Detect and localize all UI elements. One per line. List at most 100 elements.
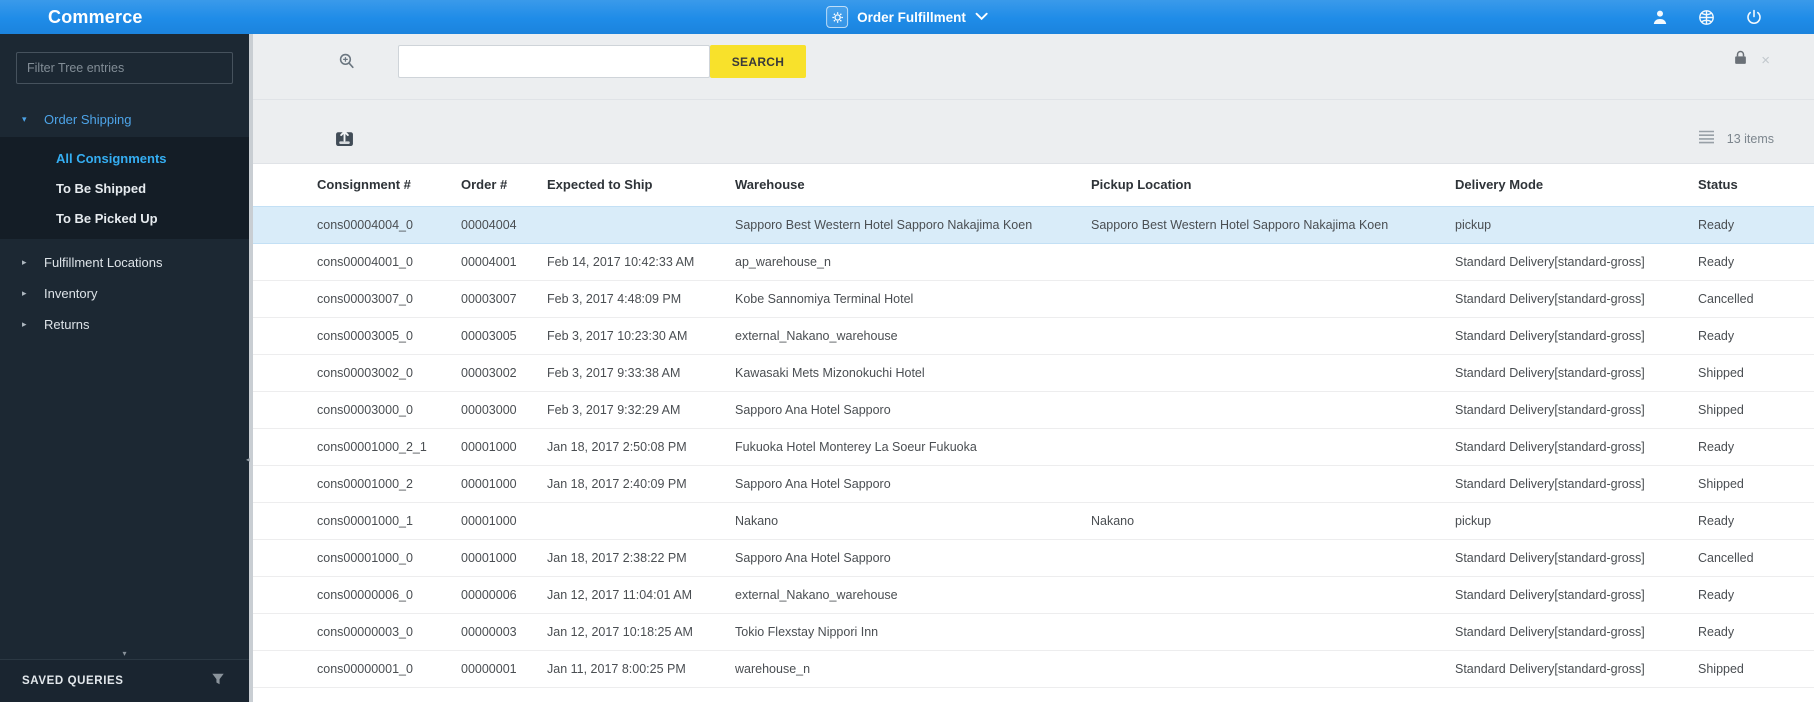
cell-delivery-mode: Standard Delivery[standard-gross] [1455,428,1698,466]
tree-item-label: Inventory [44,286,98,301]
column-header-warehouse[interactable]: Warehouse [735,164,1091,206]
cell-delivery-mode: Standard Delivery[standard-gross] [1455,317,1698,355]
cell-consignment: cons00000003_0 [253,613,461,651]
cell-pickup-location [1091,354,1455,392]
user-icon[interactable] [1651,9,1668,26]
tree-item-inventory[interactable]: ▸ Inventory [0,278,249,309]
cell-consignment: cons00001000_2_1 [253,428,461,466]
results-grid: Consignment # Order # Expected to Ship W… [253,164,1814,702]
tree-item-returns[interactable]: ▸ Returns [0,309,249,340]
cell-order: 00003002 [461,354,547,392]
cell-order: 00001000 [461,502,547,540]
cell-warehouse: Kawasaki Mets Mizonokuchi Hotel [735,354,1091,392]
topbar-actions [1651,9,1762,26]
content-area: ▾ Order Shipping All Consignments To Be … [0,34,1814,702]
search-input[interactable] [398,45,710,78]
advanced-search-icon[interactable] [337,52,356,76]
cell-expected-to-ship: Jan 12, 2017 10:18:25 AM [547,613,735,651]
tree-item-label: Returns [44,317,90,332]
cell-pickup-location [1091,391,1455,429]
lock-icon[interactable] [1734,50,1747,70]
cell-order: 00004004 [461,205,547,244]
cell-pickup-location: Nakano [1091,502,1455,540]
cell-consignment: cons00001000_0 [253,539,461,577]
cell-warehouse: external_Nakano_warehouse [735,317,1091,355]
table-row[interactable]: cons00003007_0 00003007 Feb 3, 2017 4:48:0… [253,280,1814,318]
cell-status: Shipped [1698,391,1814,429]
cell-pickup-location: Sapporo Best Western Hotel Sapporo Nakaj… [1091,205,1455,244]
cell-warehouse: external_Nakano_warehouse [735,576,1091,614]
cell-warehouse: Tokio Flexstay Nippori Inn [735,613,1091,651]
cell-delivery-mode: Standard Delivery[standard-gross] [1455,539,1698,577]
main-panel: SEARCH × 13 items Consignment # Order # … [253,34,1814,702]
cell-pickup-location [1091,428,1455,466]
tree-item-to-be-shipped[interactable]: To Be Shipped [0,173,249,203]
cell-pickup-location [1091,280,1455,318]
collapse-handle[interactable]: ▾ [0,648,249,660]
column-header-delivery-mode[interactable]: Delivery Mode [1455,164,1698,206]
cell-delivery-mode: Standard Delivery[standard-gross] [1455,243,1698,281]
tree-item-label: Order Shipping [44,112,132,127]
cell-pickup-location [1091,317,1455,355]
perspective-switcher[interactable]: Order Fulfillment [826,6,988,28]
app-logo: Commerce [48,6,143,27]
app-window: Commerce Order Fulfillment Filter Tree e… [0,0,1814,702]
column-header-status[interactable]: Status [1698,164,1814,206]
table-row[interactable]: cons00003005_0 00003005 Feb 3, 2017 10:23:… [253,317,1814,355]
cell-expected-to-ship: Jan 18, 2017 2:40:09 PM [547,465,735,503]
cell-status: Ready [1698,502,1814,540]
table-row[interactable]: cons00003000_0 00003000 Feb 3, 2017 9:32:2… [253,391,1814,429]
table-row[interactable]: cons00003002_0 00003002 Feb 3, 2017 9:33:3… [253,354,1814,392]
cell-expected-to-ship: Feb 3, 2017 9:32:29 AM [547,391,735,429]
table-row[interactable]: cons00000001_0 00000001 Jan 11, 2017 8:00:… [253,650,1814,688]
table-row[interactable]: cons00001000_0 00001000 Jan 18, 2017 2:38:… [253,539,1814,577]
cell-delivery-mode: pickup [1455,502,1698,540]
tree-item-fulfillment-locations[interactable]: ▸ Fulfillment Locations [0,247,249,278]
list-view-icon[interactable] [1698,130,1715,147]
table-row[interactable]: cons00001000_1 00001000 Nakano Nakano pickup… [253,502,1814,540]
table-row[interactable]: cons00004004_0 00004004 Sapporo Best Weste… [253,205,1814,244]
filter-funnel-icon[interactable] [211,672,225,691]
consignments-table: Consignment # Order # Expected to Ship W… [253,164,1814,688]
cell-consignment: cons00004004_0 [253,205,461,244]
cell-status: Ready [1698,317,1814,355]
cell-expected-to-ship: Jan 18, 2017 2:38:22 PM [547,539,735,577]
cell-status: Shipped [1698,354,1814,392]
cell-pickup-location [1091,613,1455,651]
tree-item-order-shipping[interactable]: ▾ Order Shipping [0,104,249,135]
tree-item-label: All Consignments [56,150,167,166]
sidebar: ▾ Order Shipping All Consignments To Be … [0,34,249,702]
export-icon[interactable] [335,128,354,152]
search-panel: SEARCH × [253,34,1814,100]
table-row[interactable]: cons00001000_2 00001000 Jan 18, 2017 2:40:… [253,465,1814,503]
table-row[interactable]: cons00001000_2_1 00001000 Jan 18, 2017 2:5… [253,428,1814,466]
tree-filter-input[interactable] [16,52,233,84]
column-header-pickup-location[interactable]: Pickup Location [1091,164,1455,206]
search-button[interactable]: SEARCH [710,45,806,78]
perspective-gear-icon [826,6,849,28]
globe-icon[interactable] [1698,9,1715,26]
power-icon[interactable] [1745,9,1762,26]
table-row[interactable]: cons00000003_0 00000003 Jan 12, 2017 10:18… [253,613,1814,651]
tree-item-all-consignments[interactable]: All Consignments [0,143,249,173]
column-header-expected-to-ship[interactable]: Expected to Ship [547,164,735,206]
items-count-area: 13 items [1698,130,1774,147]
table-row[interactable]: cons00000006_0 00000006 Jan 12, 2017 11:04… [253,576,1814,614]
column-header-order[interactable]: Order # [461,164,547,206]
cell-status: Ready [1698,243,1814,281]
cell-order: 00000003 [461,613,547,651]
tree-item-to-be-picked-up[interactable]: To Be Picked Up [0,203,249,233]
column-header-consignment[interactable]: Consignment # [253,164,461,206]
cell-consignment: cons00003002_0 [253,354,461,392]
table-row[interactable]: cons00004001_0 00004001 Feb 14, 2017 10:42… [253,243,1814,281]
cell-order: 00000006 [461,576,547,614]
tree-item-label: To Be Picked Up [56,210,158,226]
chevron-right-icon: ▸ [22,319,27,329]
chevron-right-icon: ▸ [22,257,27,267]
cell-expected-to-ship: Feb 3, 2017 9:33:38 AM [547,354,735,392]
chevron-down-icon [975,8,988,26]
cell-warehouse: Fukuoka Hotel Monterey La Soeur Fukuoka [735,428,1091,466]
cell-consignment: cons00004001_0 [253,243,461,281]
navigation-tree: ▾ Order Shipping All Consignments To Be … [0,104,249,340]
close-icon[interactable]: × [1761,53,1770,68]
